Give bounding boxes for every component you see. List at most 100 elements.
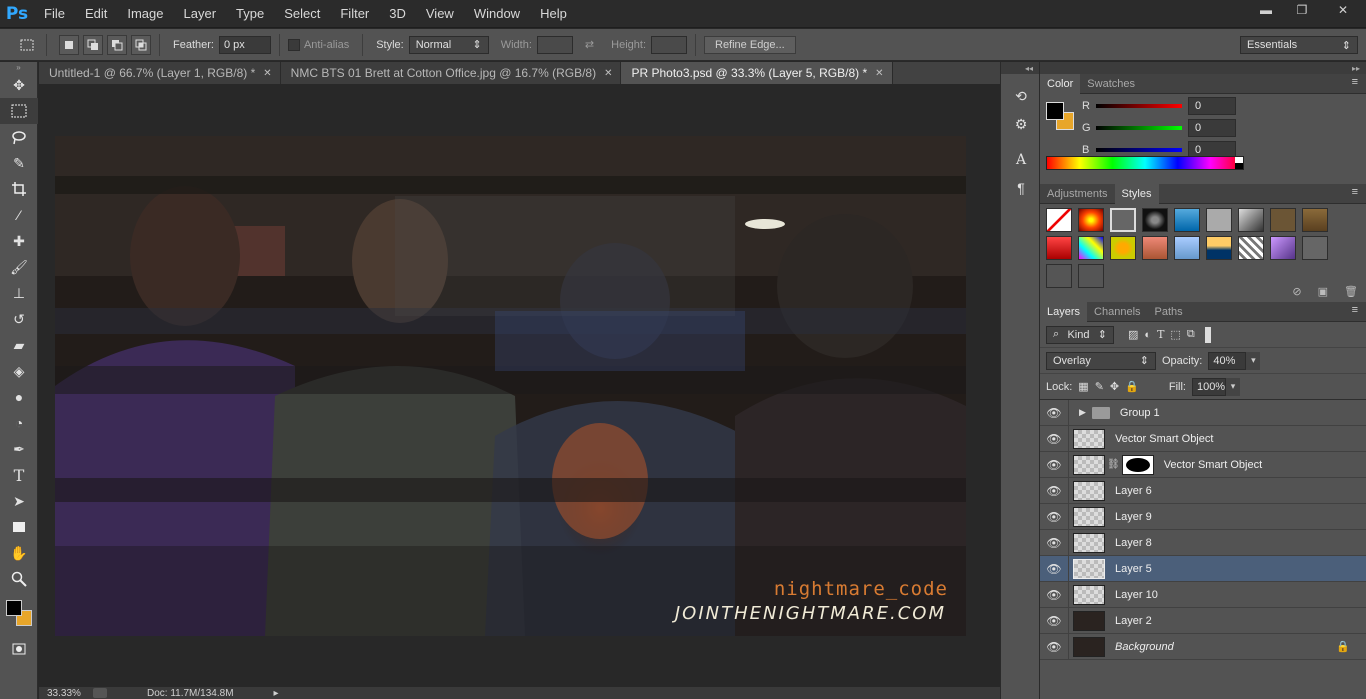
layer-row[interactable]: 👁 Layer 6 — [1040, 477, 1366, 504]
fill-input[interactable]: 100% — [1191, 377, 1226, 396]
marquee-tool-icon[interactable] — [0, 98, 38, 124]
lock-pixels-icon[interactable]: ✎ — [1095, 380, 1104, 393]
status-info-icon[interactable] — [93, 688, 107, 698]
menu-3d[interactable]: 3D — [379, 0, 416, 28]
document-canvas[interactable]: nightmare_code JOINTHENIGHTMARE.COM — [55, 136, 966, 636]
marquee-preset-icon[interactable] — [18, 35, 38, 55]
rectangle-tool-icon[interactable] — [0, 514, 38, 540]
dodge-tool-icon[interactable]: ◔ — [0, 410, 38, 436]
style-preset[interactable] — [1078, 264, 1104, 288]
lasso-tool-icon[interactable] — [0, 124, 38, 150]
style-preset[interactable] — [1302, 236, 1328, 260]
layer-row[interactable]: 👁 ⛓ Vector Smart Object — [1040, 451, 1366, 478]
restore-button[interactable]: ❐ — [1284, 0, 1320, 20]
style-preset[interactable] — [1142, 208, 1168, 232]
layer-row[interactable]: 👁 Layer 2 — [1040, 607, 1366, 634]
pen-tool-icon[interactable]: ✒ — [0, 436, 38, 462]
paragraph-panel-icon[interactable]: ¶ — [1001, 174, 1041, 202]
close-icon[interactable]: ✕ — [263, 68, 271, 79]
crop-tool-icon[interactable] — [0, 176, 38, 202]
opacity-input[interactable]: 40% — [1208, 351, 1247, 370]
swap-dimensions-icon[interactable]: ⇄ — [585, 38, 594, 51]
minimize-button[interactable]: ▬ — [1248, 0, 1284, 20]
brush-tool-icon[interactable]: 🖌 — [0, 254, 38, 280]
visibility-eye-icon[interactable]: 👁 — [1040, 588, 1068, 602]
foreground-color-swatch[interactable] — [1046, 102, 1064, 120]
style-preset[interactable] — [1046, 236, 1072, 260]
style-preset[interactable] — [1238, 208, 1264, 232]
panel-menu-icon[interactable]: ≡ — [1352, 304, 1358, 316]
filter-toggle-icon[interactable] — [1204, 326, 1211, 343]
menu-file[interactable]: File — [34, 0, 75, 28]
style-preset[interactable] — [1142, 236, 1168, 260]
style-preset[interactable] — [1270, 236, 1296, 260]
mask-link-icon[interactable]: ⛓ — [1107, 459, 1120, 470]
visibility-eye-icon[interactable]: 👁 — [1040, 432, 1068, 446]
shape-filter-icon[interactable]: ⬚ — [1170, 328, 1180, 341]
height-input[interactable] — [651, 35, 687, 54]
close-icon[interactable]: ✕ — [604, 68, 612, 79]
style-preset[interactable] — [1174, 236, 1200, 260]
layer-row[interactable]: 👁 ▶ Group 1 — [1040, 399, 1366, 426]
blur-tool-icon[interactable]: ● — [0, 384, 38, 410]
layer-mask-thumbnail[interactable] — [1121, 454, 1154, 475]
quick-selection-tool-icon[interactable]: ✎ — [0, 150, 38, 176]
visibility-eye-icon[interactable]: 👁 — [1040, 562, 1068, 576]
properties-panel-icon[interactable]: ⚙ — [1001, 110, 1041, 138]
style-preset-none[interactable] — [1046, 208, 1072, 232]
layer-row[interactable]: 👁 Layer 10 — [1040, 581, 1366, 608]
adjustment-filter-icon[interactable]: ◐ — [1144, 329, 1151, 341]
visibility-eye-icon[interactable]: 👁 — [1040, 458, 1068, 472]
tab-color[interactable]: Color — [1040, 74, 1081, 94]
style-preset[interactable] — [1270, 208, 1296, 232]
foreground-color-swatch[interactable] — [6, 600, 22, 616]
type-filter-icon[interactable]: T — [1157, 328, 1164, 341]
style-select[interactable]: Normal ⇕ — [408, 35, 489, 54]
tab-adjustments[interactable]: Adjustments — [1040, 184, 1115, 204]
status-menu-arrow-icon[interactable]: ▸ — [274, 688, 279, 699]
clone-stamp-tool-icon[interactable]: ⊥ — [0, 280, 38, 306]
style-preset[interactable] — [1174, 208, 1200, 232]
color-spectrum-ramp[interactable] — [1046, 156, 1244, 170]
path-selection-tool-icon[interactable]: ➤ — [0, 488, 38, 514]
menu-select[interactable]: Select — [274, 0, 330, 28]
panel-collapse-strip[interactable]: ▸▸ — [1040, 62, 1366, 74]
visibility-eye-icon[interactable]: 👁 — [1040, 510, 1068, 524]
menu-filter[interactable]: Filter — [330, 0, 379, 28]
menu-edit[interactable]: Edit — [75, 0, 117, 28]
style-preset-selected[interactable] — [1110, 208, 1136, 232]
layer-row[interactable]: 👁 Vector Smart Object — [1040, 425, 1366, 452]
hand-tool-icon[interactable]: ✋ — [0, 540, 38, 566]
red-slider[interactable] — [1096, 104, 1182, 108]
collapse-panel-icon[interactable]: » — [0, 62, 37, 72]
layer-row-selected[interactable]: 👁 Layer 5 — [1040, 555, 1366, 582]
paint-bucket-tool-icon[interactable]: ◈ — [0, 358, 38, 384]
layer-row[interactable]: 👁 Background 🔒 — [1040, 633, 1366, 660]
style-preset[interactable] — [1302, 208, 1328, 232]
canvas-area[interactable]: nightmare_code JOINTHENIGHTMARE.COM — [39, 84, 1000, 687]
tab-swatches[interactable]: Swatches — [1080, 74, 1142, 94]
menu-layer[interactable]: Layer — [174, 0, 227, 28]
green-slider[interactable] — [1096, 126, 1182, 130]
layer-row[interactable]: 👁 Layer 9 — [1040, 503, 1366, 530]
add-selection-icon[interactable] — [83, 34, 103, 55]
menu-image[interactable]: Image — [117, 0, 173, 28]
menu-type[interactable]: Type — [226, 0, 274, 28]
workspace-select[interactable]: Essentials ⇕ — [1240, 36, 1358, 54]
menu-view[interactable]: View — [416, 0, 464, 28]
style-preset[interactable] — [1110, 236, 1136, 260]
quick-mask-icon[interactable] — [0, 636, 38, 662]
new-selection-icon[interactable] — [59, 34, 79, 55]
pixel-filter-icon[interactable]: ▨ — [1128, 328, 1138, 341]
visibility-eye-icon[interactable]: 👁 — [1040, 484, 1068, 498]
feather-input[interactable]: 0 px — [218, 35, 271, 54]
menu-window[interactable]: Window — [464, 0, 530, 28]
eraser-tool-icon[interactable]: ▰ — [0, 332, 38, 358]
document-tab[interactable]: Untitled-1 @ 66.7% (Layer 1, RGB/8) * ✕ — [39, 62, 281, 84]
tab-paths[interactable]: Paths — [1148, 302, 1190, 322]
clear-style-icon[interactable]: ⊘ — [1292, 285, 1301, 298]
style-preset[interactable] — [1238, 236, 1264, 260]
style-preset[interactable] — [1206, 208, 1232, 232]
anti-alias-checkbox[interactable] — [287, 38, 300, 51]
blend-mode-select[interactable]: Overlay ⇕ — [1046, 351, 1156, 370]
